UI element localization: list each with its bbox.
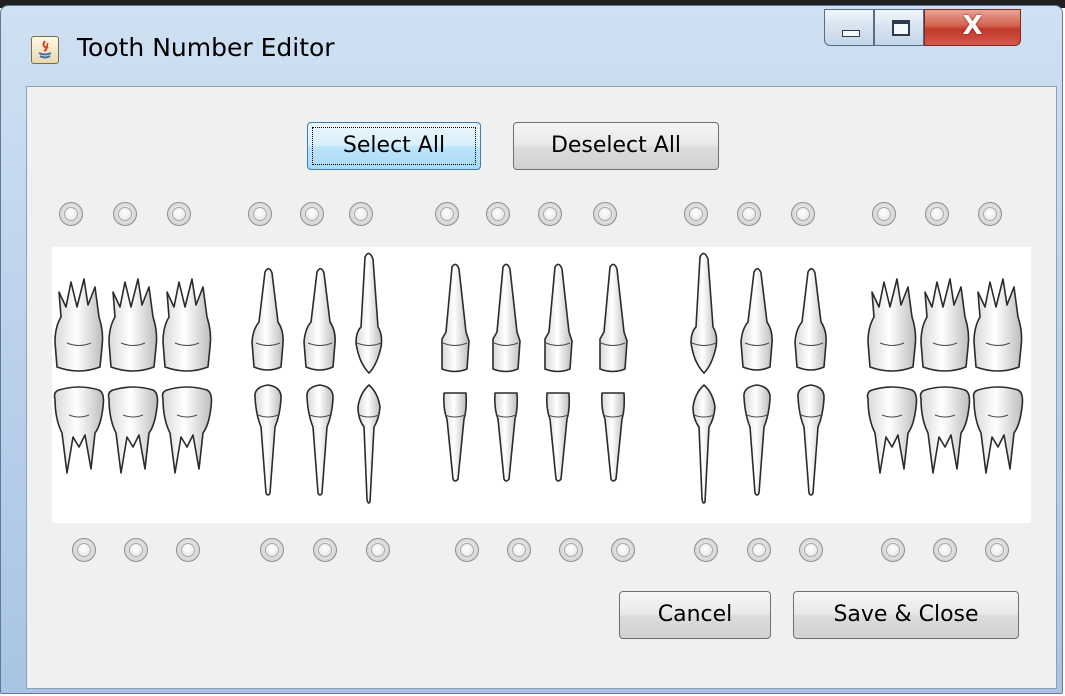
upper-tooth-4[interactable]: [251, 267, 284, 371]
lower-tooth-9[interactable]: [546, 392, 571, 482]
close-icon: X: [962, 11, 983, 41]
lower-tooth-15[interactable]: [919, 386, 971, 474]
upper-tooth-radio-4[interactable]: [248, 202, 272, 226]
lower-tooth-radio-2[interactable]: [124, 538, 148, 562]
lower-tooth-radio-9[interactable]: [559, 538, 583, 562]
upper-tooth-5[interactable]: [303, 267, 336, 371]
lower-tooth-radio-10[interactable]: [611, 538, 635, 562]
upper-tooth-radio-1[interactable]: [59, 202, 83, 226]
close-button[interactable]: X: [924, 9, 1021, 46]
upper-tooth-15[interactable]: [920, 278, 970, 372]
upper-tooth-6[interactable]: [355, 252, 383, 374]
lower-tooth-radio-16[interactable]: [985, 538, 1009, 562]
lower-tooth-radio-15[interactable]: [933, 538, 957, 562]
lower-tooth-radio-8[interactable]: [507, 538, 531, 562]
lower-tooth-radio-6[interactable]: [366, 538, 390, 562]
lower-tooth-radio-4[interactable]: [260, 538, 284, 562]
lower-tooth-6[interactable]: [357, 384, 381, 504]
lower-tooth-5[interactable]: [306, 384, 334, 496]
deselect-all-button[interactable]: Deselect All: [513, 122, 719, 170]
lower-tooth-1[interactable]: [53, 386, 105, 474]
window-title: Tooth Number Editor: [77, 33, 335, 62]
lower-tooth-2[interactable]: [107, 386, 159, 474]
lower-tooth-4[interactable]: [254, 384, 282, 496]
upper-tooth-9[interactable]: [544, 263, 573, 373]
deselect-all-label: Deselect All: [550, 133, 682, 158]
upper-tooth-radio-11[interactable]: [684, 202, 708, 226]
lower-tooth-radio-5[interactable]: [313, 538, 337, 562]
upper-tooth-radio-14[interactable]: [872, 202, 896, 226]
lower-tooth-radio-1[interactable]: [72, 538, 96, 562]
lower-tooth-radio-14[interactable]: [881, 538, 905, 562]
lower-tooth-radio-11[interactable]: [694, 538, 718, 562]
minimize-button[interactable]: [824, 9, 874, 46]
upper-tooth-13[interactable]: [794, 267, 827, 371]
lower-tooth-13[interactable]: [797, 384, 825, 496]
upper-tooth-radio-12[interactable]: [737, 202, 761, 226]
upper-tooth-radio-15[interactable]: [925, 202, 949, 226]
save-close-label: Save & Close: [833, 602, 979, 627]
upper-tooth-11[interactable]: [690, 252, 718, 374]
lower-tooth-10[interactable]: [601, 392, 626, 482]
upper-tooth-radio-5[interactable]: [300, 202, 324, 226]
maximize-icon: [892, 20, 910, 36]
tooth-chart-svg: [53, 252, 1024, 504]
lower-tooth-11[interactable]: [692, 384, 716, 504]
lower-tooth-radio-7[interactable]: [455, 538, 479, 562]
upper-tooth-radio-9[interactable]: [538, 202, 562, 226]
focus-ring: [312, 127, 476, 165]
lower-tooth-radio-12[interactable]: [747, 538, 771, 562]
lower-tooth-radio-3[interactable]: [176, 538, 200, 562]
lower-tooth-12[interactable]: [743, 384, 771, 496]
upper-tooth-16[interactable]: [973, 278, 1023, 372]
upper-tooth-radio-16[interactable]: [978, 202, 1002, 226]
lower-tooth-14[interactable]: [866, 386, 918, 474]
dialog-content: Select All Deselect All Cancel Save & Cl…: [26, 86, 1057, 689]
minimize-icon: [842, 30, 860, 37]
upper-tooth-radio-8[interactable]: [486, 202, 510, 226]
upper-tooth-7[interactable]: [441, 263, 470, 373]
dialog-window: Tooth Number Editor X Select All Deselec…: [0, 5, 1063, 694]
upper-tooth-12[interactable]: [740, 267, 773, 371]
lower-tooth-8[interactable]: [494, 392, 519, 482]
upper-tooth-10[interactable]: [599, 263, 628, 373]
upper-tooth-radio-13[interactable]: [791, 202, 815, 226]
lower-tooth-radio-13[interactable]: [799, 538, 823, 562]
cancel-label: Cancel: [657, 602, 733, 627]
lower-tooth-7[interactable]: [443, 392, 468, 482]
upper-tooth-radio-3[interactable]: [167, 202, 191, 226]
cancel-button[interactable]: Cancel: [619, 591, 771, 639]
upper-tooth-14[interactable]: [867, 278, 917, 372]
maximize-button[interactable]: [874, 9, 924, 46]
lower-tooth-3[interactable]: [161, 386, 213, 474]
upper-tooth-radio-7[interactable]: [435, 202, 459, 226]
upper-tooth-radio-6[interactable]: [349, 202, 373, 226]
tooth-chart: [52, 247, 1031, 523]
select-all-button[interactable]: Select All: [307, 122, 481, 170]
upper-tooth-8[interactable]: [492, 263, 521, 373]
upper-tooth-3[interactable]: [162, 278, 212, 372]
upper-tooth-2[interactable]: [108, 278, 158, 372]
lower-tooth-16[interactable]: [972, 386, 1024, 474]
java-app-icon: [31, 36, 59, 64]
upper-tooth-1[interactable]: [54, 278, 104, 372]
upper-tooth-radio-10[interactable]: [593, 202, 617, 226]
save-close-button[interactable]: Save & Close: [793, 591, 1019, 639]
upper-tooth-radio-2[interactable]: [113, 202, 137, 226]
